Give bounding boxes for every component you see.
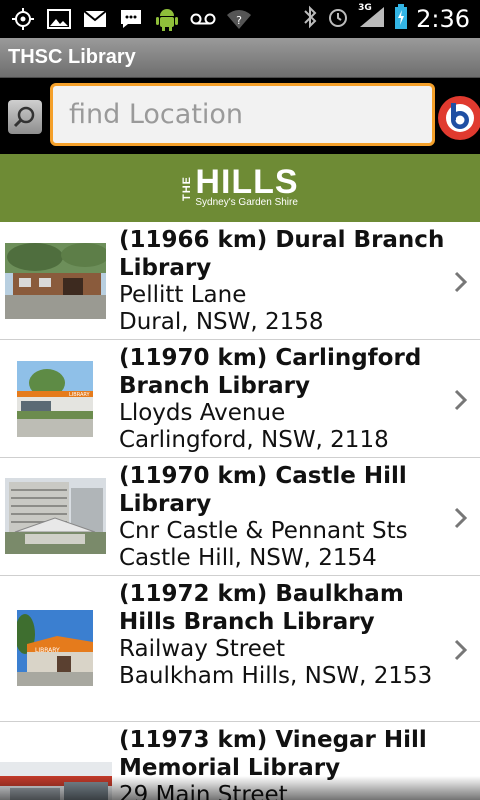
library-title: (11970 km) Castle Hill Library <box>119 463 407 517</box>
app-title: THSC Library <box>8 46 136 68</box>
wifi-question-icon: ? <box>226 6 252 32</box>
bluetooth-icon <box>302 5 318 33</box>
hills-banner: THE HILLS Sydney's Garden Shire <box>0 154 480 222</box>
list-item-baulkham-hills[interactable]: LIBRARY (11972 km) Baulkham Hills Branch… <box>0 576 480 722</box>
gallery-icon <box>46 6 72 32</box>
status-bar: ? 3G 2:36 <box>0 0 480 38</box>
gmail-icon <box>82 6 108 32</box>
clock: 2:36 <box>416 5 470 33</box>
app-title-bar: THSC Library <box>0 38 480 78</box>
voicemail-icon <box>190 6 216 32</box>
search-input[interactable] <box>50 83 435 146</box>
hills-logo-tagline: Sydney's Garden Shire <box>195 197 298 208</box>
castle-hill-library-photo <box>5 478 106 554</box>
chevron-right-icon <box>454 389 468 411</box>
list-item-vinegar-hill[interactable]: (11973 km) Vinegar Hill Memorial Library… <box>0 722 480 800</box>
list-item-dural[interactable]: (11966 km) Dural Branch Library Pellitt … <box>0 222 480 340</box>
list-item-carlingford[interactable]: LIBRARY (11970 km) Carlingford Branch Li… <box>0 340 480 458</box>
vinegar-hill-library-photo <box>0 762 112 800</box>
carlingford-library-photo: LIBRARY <box>17 361 93 437</box>
baulkham-hills-library-photo: LIBRARY <box>17 610 93 686</box>
chevron-right-icon <box>454 639 468 661</box>
library-address: Lloyds Avenue <box>119 400 286 426</box>
library-locality: Castle Hill, NSW, 2154 <box>119 545 377 571</box>
library-locality: Carlingford, NSW, 2118 <box>119 427 389 453</box>
search-icon <box>13 106 35 128</box>
brand-logo-icon[interactable] <box>436 94 480 142</box>
chevron-right-icon <box>454 271 468 293</box>
svg-text:?: ? <box>236 14 242 27</box>
chevron-right-icon <box>454 507 468 529</box>
battery-icon <box>394 4 408 34</box>
library-address: 29 Main Street <box>119 782 288 800</box>
library-address: Pellitt Lane <box>119 282 247 308</box>
library-title: (11970 km) Carlingford Branch Library <box>119 345 422 399</box>
library-title: (11973 km) Vinegar Hill Memorial Library <box>119 727 427 781</box>
library-address: Railway Street <box>119 636 286 662</box>
library-locality: Baulkham Hills, NSW, 2153 <box>119 663 433 689</box>
hills-logo-the: THE <box>181 175 194 201</box>
sms-icon <box>118 6 144 32</box>
hills-logo-word: HILLS <box>195 163 299 201</box>
svg-text:LIBRARY: LIBRARY <box>69 392 91 398</box>
gps-icon <box>10 6 36 32</box>
search-row <box>0 78 480 154</box>
search-button[interactable] <box>8 100 42 134</box>
dural-library-photo <box>5 243 106 319</box>
list-item-castle-hill[interactable]: (11970 km) Castle Hill Library Cnr Castl… <box>0 458 480 576</box>
library-address: Cnr Castle & Pennant Sts <box>119 518 408 544</box>
android-icon <box>154 6 180 32</box>
alarm-icon <box>326 5 350 33</box>
library-list: (11966 km) Dural Branch Library Pellitt … <box>0 222 480 800</box>
signal-icon: 3G <box>358 3 386 33</box>
hills-logo: THE HILLS Sydney's Garden Shire <box>181 163 299 209</box>
library-title: (11972 km) Baulkham Hills Branch Library <box>119 581 404 635</box>
library-title: (11966 km) Dural Branch Library <box>119 227 445 281</box>
library-locality: Dural, NSW, 2158 <box>119 309 324 335</box>
